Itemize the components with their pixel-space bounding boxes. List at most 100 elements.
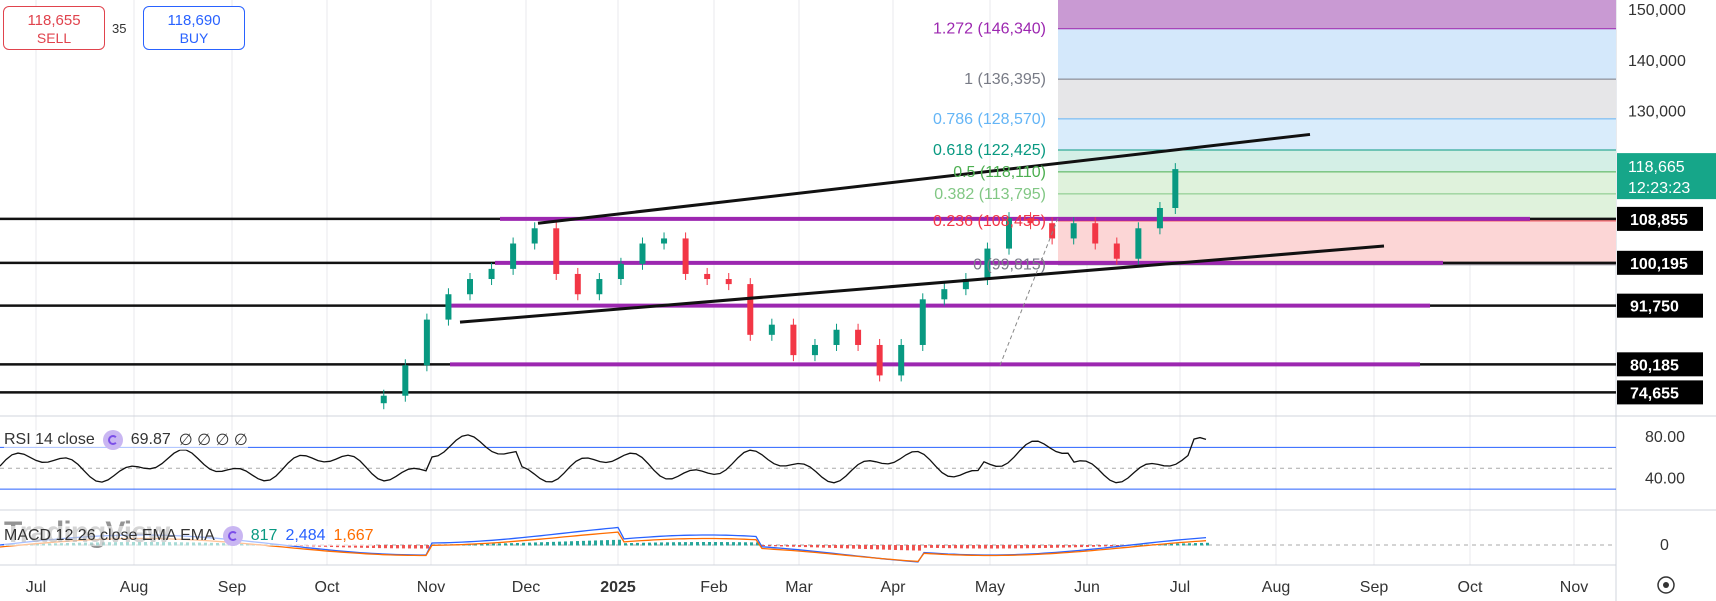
macd-histogram-bar <box>954 545 957 549</box>
macd-histogram-bar <box>576 541 579 546</box>
fib-band <box>1058 28 1616 80</box>
macd-histogram-bar <box>1002 545 1005 549</box>
macd-legend[interactable]: MACD 12 26 close EMA EMA 817 2,484 1,667 <box>4 526 374 546</box>
macd-histogram-bar <box>594 540 597 546</box>
rsi-legend[interactable]: RSI 14 close 69.87 ∅ ∅ ∅ ∅ <box>4 430 248 450</box>
time-tick-label: May <box>975 579 1005 596</box>
macd-histogram-bar <box>1056 545 1059 548</box>
candle <box>596 279 603 295</box>
macd-histogram-bar <box>1032 545 1035 549</box>
time-tick-label: Oct <box>1458 579 1483 596</box>
macd-histogram-bar <box>690 542 693 546</box>
macd-histogram-bar <box>966 545 969 549</box>
macd-value-1: 817 <box>250 527 278 544</box>
macd-histogram-bar <box>834 545 837 549</box>
macd-histogram-bar <box>816 545 819 548</box>
time-tick-label: Mar <box>785 579 813 596</box>
fib-level-label: 0.5 (118,110) <box>953 164 1046 181</box>
macd-histogram-bar <box>1092 545 1095 547</box>
macd-histogram-bar <box>960 545 963 549</box>
rsi-extras: ∅ ∅ ∅ ∅ <box>178 432 248 449</box>
candle <box>811 344 818 356</box>
candle <box>682 238 689 274</box>
macd-histogram-bar <box>672 542 675 546</box>
macd-histogram-bar <box>1008 545 1011 549</box>
candle <box>1172 169 1179 208</box>
macd-histogram-bar <box>1176 543 1179 546</box>
candle <box>768 324 775 335</box>
fib-bands <box>1058 0 1616 266</box>
macd-histogram-bar <box>972 545 975 549</box>
macd-histogram-bar <box>1014 545 1017 549</box>
level-badge-label: 108,855 <box>1630 212 1688 229</box>
macd-histogram-bar <box>420 545 423 549</box>
macd-histogram-bar <box>978 545 981 549</box>
fib-band <box>1058 171 1616 221</box>
level-badge-label: 74,655 <box>1630 385 1679 402</box>
macd-histogram-bar <box>1104 545 1107 547</box>
macd-histogram-bar <box>984 545 987 549</box>
macd-histogram-bar <box>396 545 399 549</box>
macd-histogram-bar <box>750 542 753 546</box>
chart-canvas[interactable]: 1.272 (146,340) 1 (136,395) 0.786 (128,570… <box>0 0 1716 601</box>
fib-labels: 1.272 (146,340) 1 (136,395) 0.786 (128,570… <box>933 21 1059 366</box>
time-tick-label: Sep <box>218 579 247 596</box>
candle <box>898 344 905 376</box>
macd-histogram-bar <box>582 540 585 546</box>
macd-histogram-bar <box>516 542 519 546</box>
macd-histogram-bar <box>684 542 687 546</box>
macd-histogram-bar <box>540 542 543 546</box>
candle <box>855 329 862 345</box>
level-badge-label: 100,195 <box>1630 256 1688 273</box>
sell-price: 118,655 <box>27 12 81 29</box>
macd-histogram-bar <box>636 542 639 546</box>
macd-histogram-bar <box>570 541 573 546</box>
macd-histogram-bar <box>696 542 699 546</box>
buy-button[interactable]: 118,690 BUY <box>143 6 245 50</box>
macd-histogram-bar <box>552 541 555 546</box>
candle <box>941 289 948 300</box>
macd-histogram-bar <box>624 543 627 546</box>
macd-histogram-bar <box>666 542 669 546</box>
price-tick-label: 140,000 <box>1628 53 1686 70</box>
candle <box>1070 223 1077 239</box>
macd-histogram-bar <box>804 545 807 548</box>
macd-histogram-bar <box>936 545 939 548</box>
macd-histogram-bar <box>1188 543 1191 546</box>
time-axis: Jul Aug Sep Oct Nov Dec 2025 Feb Mar Apr May Jun Jul… <box>0 564 1675 596</box>
price-tick-label: 130,000 <box>1628 104 1686 121</box>
macd-histogram-bar <box>1182 543 1185 546</box>
rsi-value: 69.87 <box>130 431 171 448</box>
fib-level-label: 0.382 (113,795) <box>934 186 1046 203</box>
macd-histogram-bar <box>846 545 849 549</box>
rsi-title: RSI 14 close <box>4 431 95 448</box>
macd-histogram-bar <box>774 545 777 547</box>
macd-histogram-bar <box>768 545 771 547</box>
macd-histogram-bar <box>912 545 915 551</box>
time-tick-label: Jun <box>1074 579 1100 596</box>
macd-histogram-bar <box>630 543 633 546</box>
sell-button[interactable]: 118,655 SELL <box>3 6 105 50</box>
candle <box>553 228 560 274</box>
candle <box>639 243 646 264</box>
candle <box>1156 208 1163 229</box>
macd-histogram-bar <box>792 545 795 547</box>
candle <box>919 299 926 345</box>
level-badge-label: 91,750 <box>1630 299 1679 316</box>
macd-histogram-bar <box>702 542 705 546</box>
buy-price: 118,690 <box>167 12 221 29</box>
countdown-label: 12:23:23 <box>1628 180 1690 197</box>
time-tick-label: Nov <box>1560 579 1588 596</box>
sell-label: SELL <box>36 30 72 46</box>
macd-histogram-bar <box>888 545 891 550</box>
candle <box>488 268 495 280</box>
macd-histogram-bar <box>918 545 921 551</box>
macd-histogram-bar <box>870 545 873 550</box>
refresh-icon[interactable] <box>222 526 243 546</box>
buy-label: BUY <box>179 30 209 46</box>
refresh-icon[interactable] <box>102 430 123 450</box>
macd-histogram-bar <box>426 545 429 549</box>
macd-histogram-bar <box>744 542 747 546</box>
macd-histogram-bar <box>1098 545 1101 547</box>
macd-histogram-bar <box>900 545 903 551</box>
